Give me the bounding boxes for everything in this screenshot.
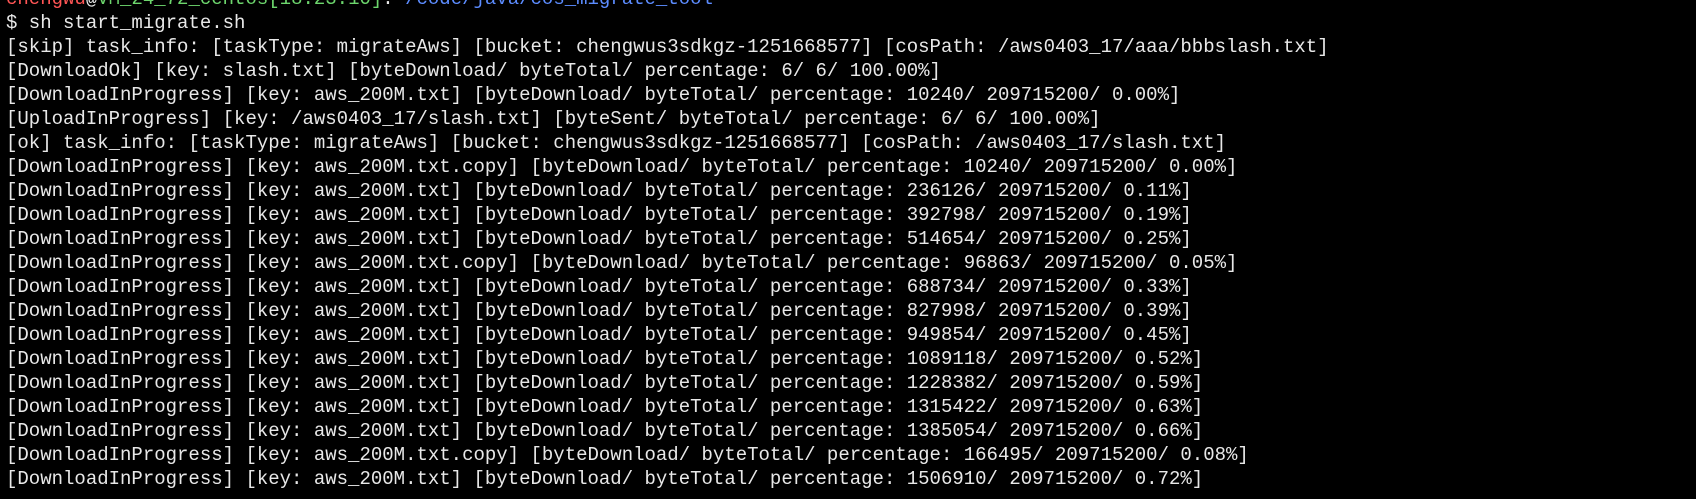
output-line: [DownloadInProgress] [key: aws_200M.txt.… — [6, 444, 1249, 466]
prompt-colon: : — [382, 0, 393, 10]
output-line: [DownloadInProgress] [key: aws_200M.txt]… — [6, 276, 1192, 298]
output-line: [DownloadInProgress] [key: aws_200M.txt]… — [6, 396, 1204, 418]
output-line: [DownloadInProgress] [key: aws_200M.txt]… — [6, 324, 1192, 346]
output-line: [DownloadInProgress] [key: aws_200M.txt]… — [6, 228, 1192, 250]
prompt-user: chengwu — [6, 0, 86, 10]
output-line: [DownloadInProgress] [key: aws_200M.txt]… — [6, 348, 1204, 370]
output-line: [DownloadInProgress] [key: aws_200M.txt.… — [6, 252, 1238, 274]
output-line: [DownloadInProgress] [key: aws_200M.txt]… — [6, 468, 1204, 490]
output-line: [DownloadInProgress] [key: aws_200M.txt]… — [6, 84, 1181, 106]
prompt-host: VM_24_72_centos[18:23:10] — [97, 0, 382, 10]
prompt-at: @ — [86, 0, 97, 10]
output-line: [DownloadInProgress] [key: aws_200M.txt.… — [6, 156, 1238, 178]
terminal-output: chengwu@VM_24_72_centos[18:23:10]:~/code… — [6, 0, 1329, 491]
output-line: [DownloadInProgress] [key: aws_200M.txt]… — [6, 204, 1192, 226]
output-line: [DownloadOk] [key: slash.txt] [byteDownl… — [6, 60, 941, 82]
output-line: [DownloadInProgress] [key: aws_200M.txt]… — [6, 180, 1192, 202]
output-line: [DownloadInProgress] [key: aws_200M.txt]… — [6, 420, 1204, 442]
prompt-line: chengwu@VM_24_72_centos[18:23:10]:~/code… — [6, 0, 1329, 11]
command-line: $ sh start_migrate.sh — [6, 12, 246, 34]
terminal-window[interactable]: chengwu@VM_24_72_centos[18:23:10]:~/code… — [0, 0, 1696, 499]
output-line: [UploadInProgress] [key: /aws0403_17/sla… — [6, 108, 1101, 130]
output-line: [skip] task_info: [taskType: migrateAws]… — [6, 36, 1329, 58]
output-line: [DownloadInProgress] [key: aws_200M.txt]… — [6, 300, 1192, 322]
output-line: [DownloadInProgress] [key: aws_200M.txt]… — [6, 372, 1204, 394]
prompt-cwd: ~/code/java/cos_migrate_tool — [394, 0, 713, 10]
output-line: [ok] task_info: [taskType: migrateAws] [… — [6, 132, 1226, 154]
